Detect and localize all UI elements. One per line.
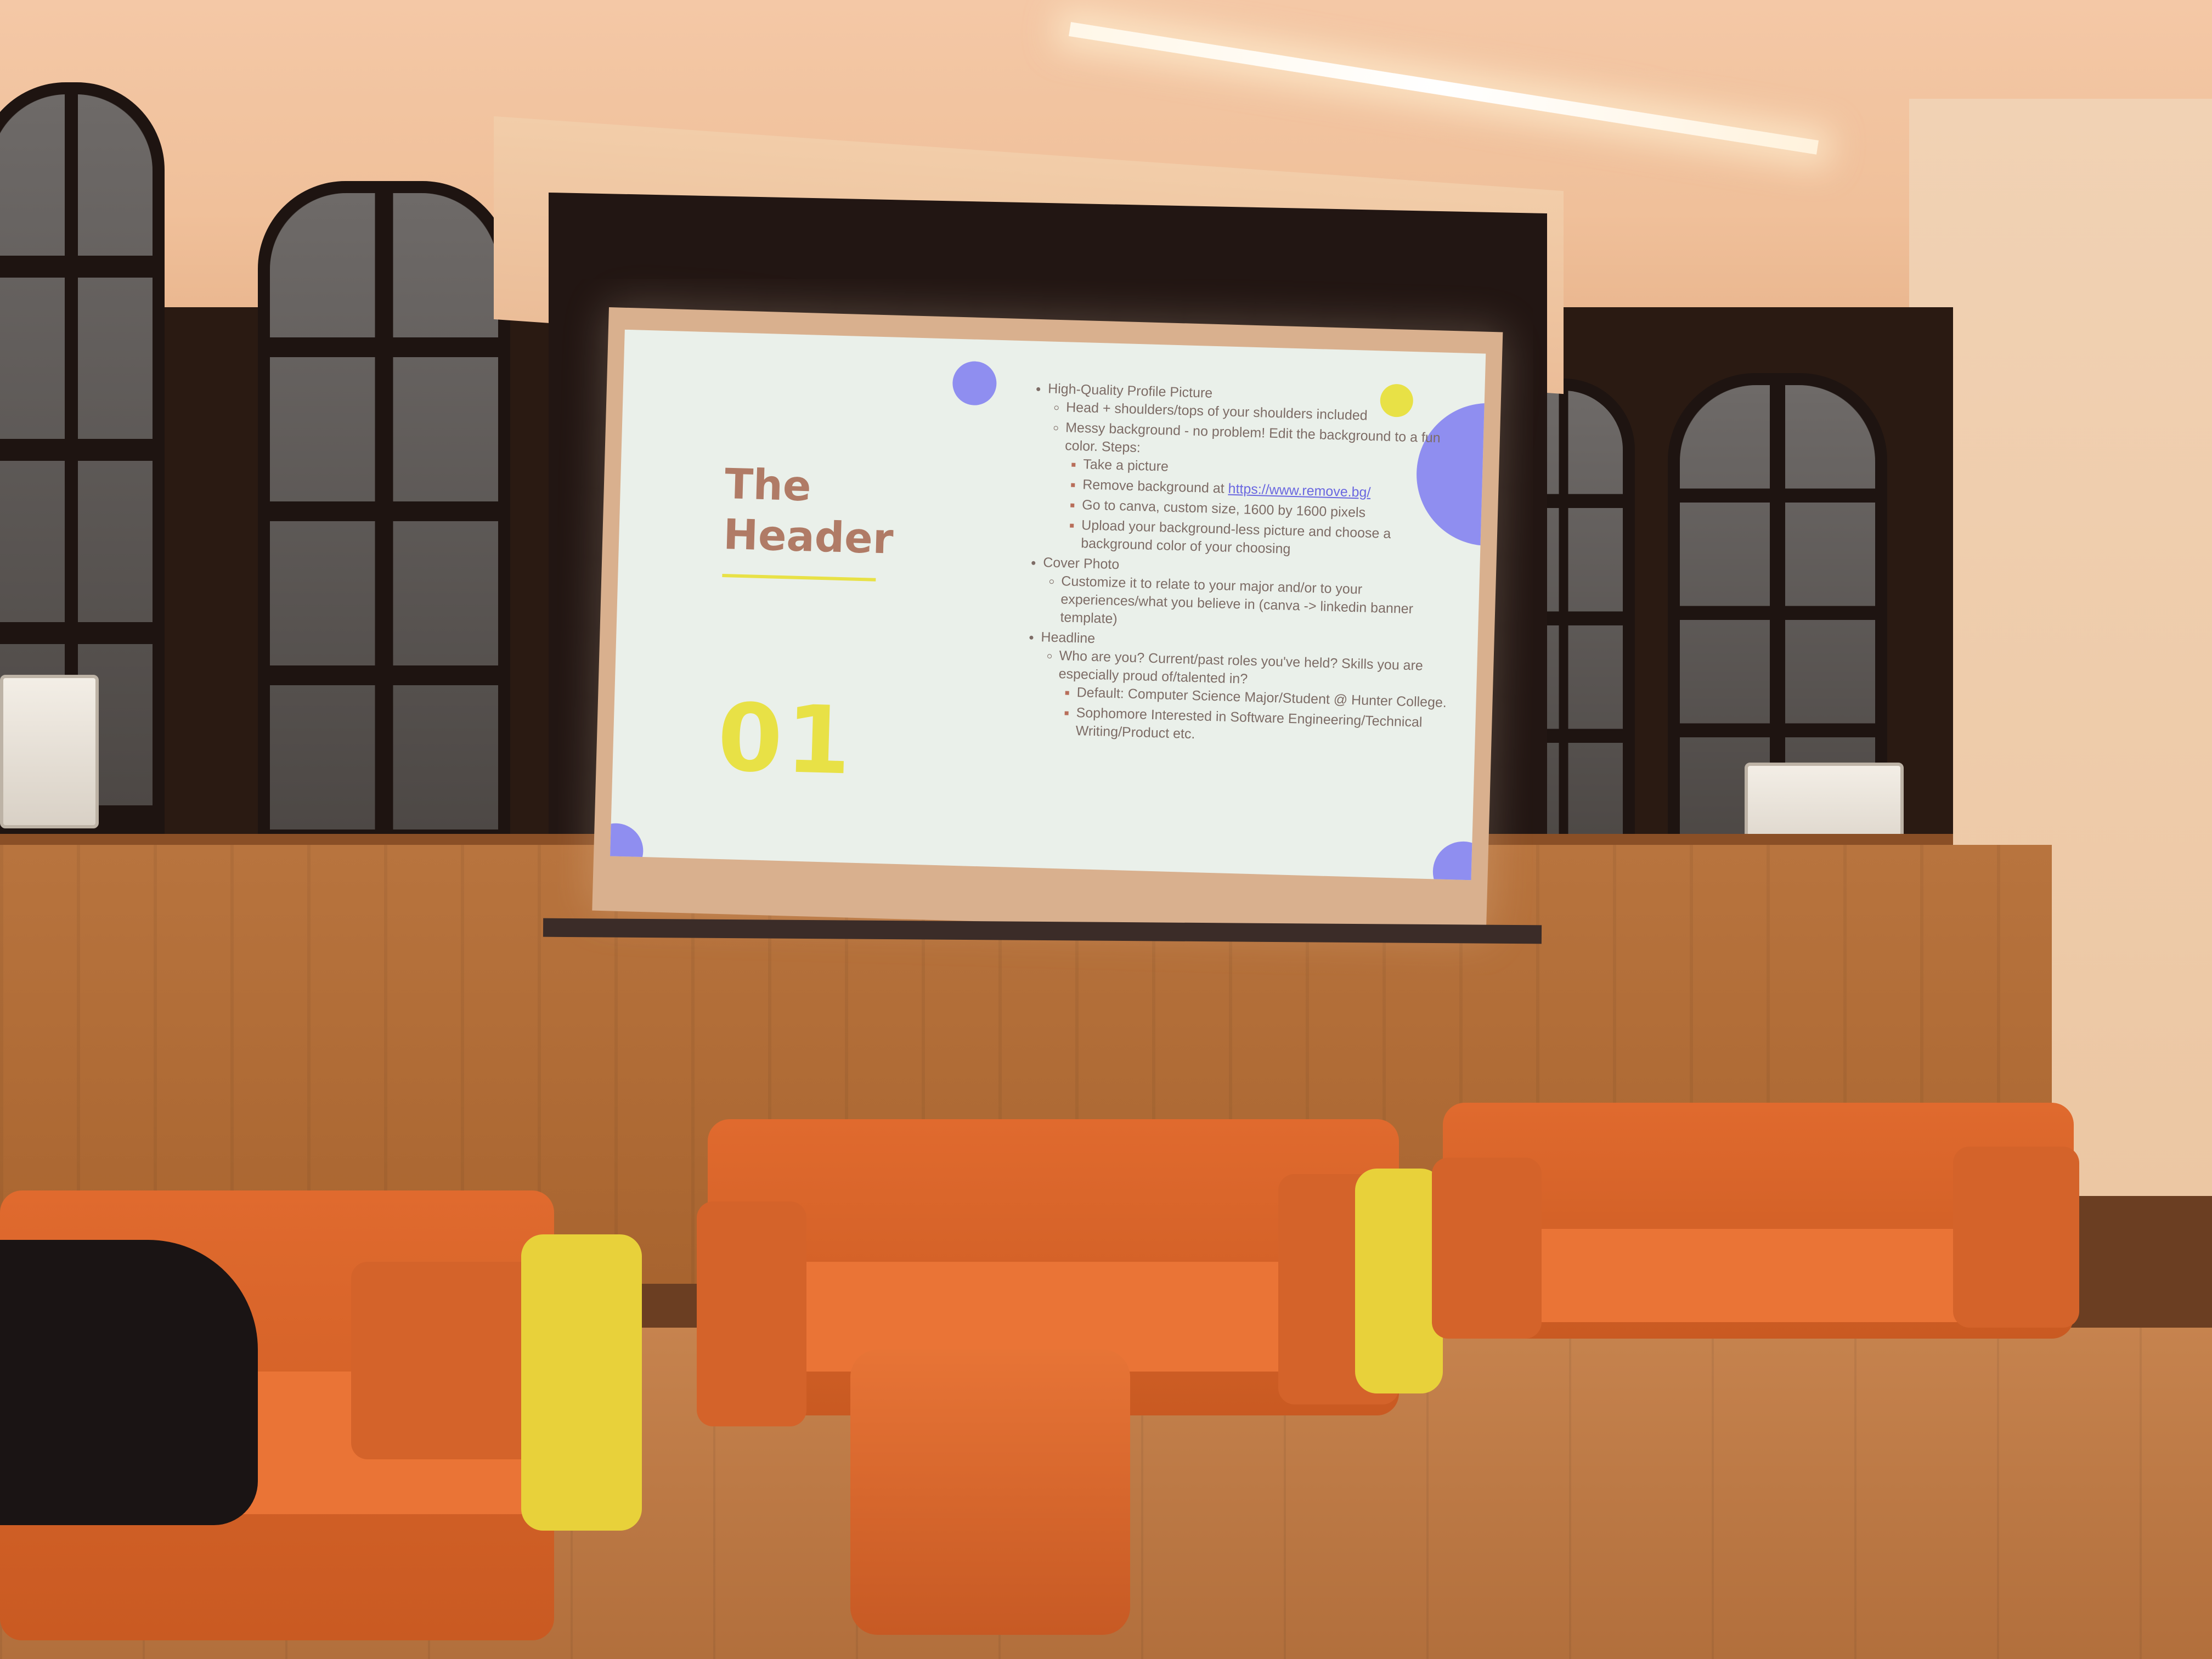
couch-right-arm-left xyxy=(1432,1158,1542,1339)
purple-circle-bottom-right xyxy=(1432,840,1486,881)
slide-bullet-list: High-Quality Profile Picture Head + shou… xyxy=(1019,379,1457,753)
purple-circle-top xyxy=(952,360,997,406)
bullet-headline-detail: Who are you? Current/past roles you've h… xyxy=(1057,647,1449,751)
air-conditioner-left xyxy=(0,675,99,828)
purple-circle-bottom-left xyxy=(610,822,644,879)
couch-center-arm-left xyxy=(697,1201,806,1426)
remove-bg-link[interactable]: https://www.remove.bg/ xyxy=(1228,481,1371,500)
projector-screen: The Header 01 High-Quality Profile Pictu… xyxy=(592,307,1503,936)
bullet-profile-picture: High-Quality Profile Picture Head + shou… xyxy=(1043,380,1457,563)
bullet-headline: Headline Who are you? Current/past roles… xyxy=(1038,628,1450,751)
side-table-right xyxy=(1355,1169,1443,1393)
couch-right-arm-right xyxy=(1953,1147,2079,1328)
slide-title: The Header xyxy=(723,459,934,566)
presentation-slide: The Header 01 High-Quality Profile Pictu… xyxy=(610,329,1486,881)
bullet-messy-background: Messy background - no problem! Edit the … xyxy=(1062,419,1457,563)
slide-number: 01 xyxy=(716,683,856,796)
headline-example: Sophomore Interested in Software Enginee… xyxy=(1075,704,1448,751)
room-scene: The Header 01 High-Quality Profile Pictu… xyxy=(0,0,2212,1659)
bullet-cover-photo-detail: Customize it to relate to your major and… xyxy=(1060,572,1452,637)
orange-ottoman xyxy=(850,1350,1130,1635)
window-center-left xyxy=(258,181,510,861)
bullet-cover-photo: Cover Photo Customize it to relate to yo… xyxy=(1041,554,1452,637)
side-table-left xyxy=(521,1234,642,1531)
slide-title-line2: Header xyxy=(723,510,894,563)
coat-on-couch xyxy=(0,1240,258,1525)
title-underline xyxy=(722,573,876,582)
slide-title-line1: The xyxy=(724,459,812,511)
